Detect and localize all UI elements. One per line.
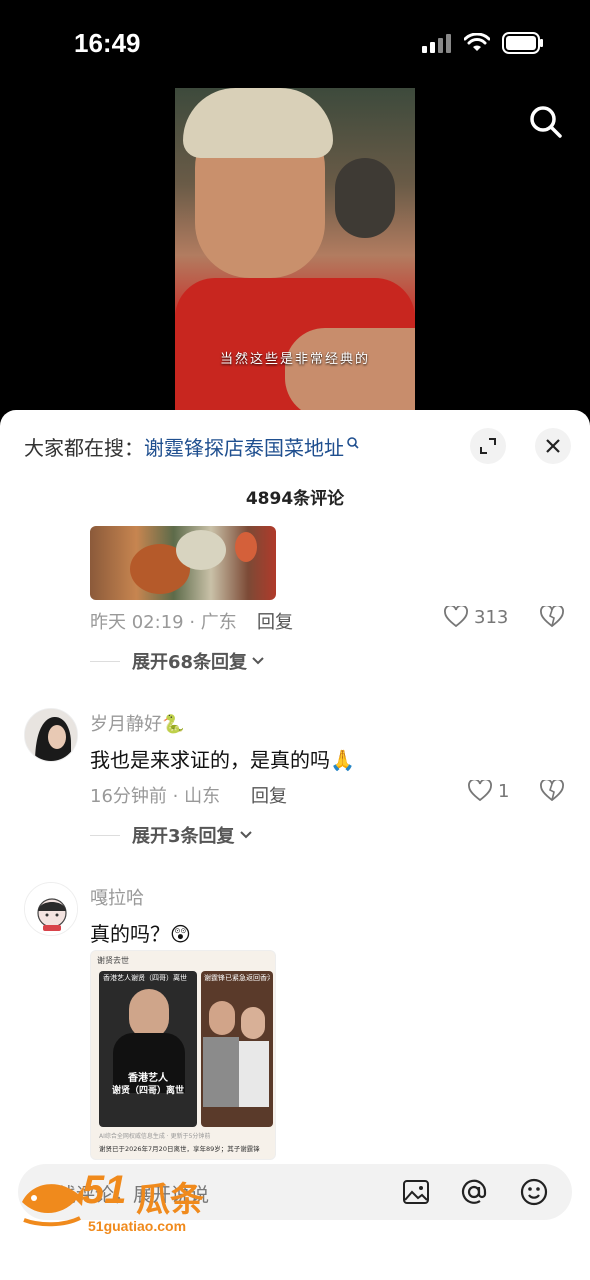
news-card-1: 香港艺人谢贤（四哥）离世 香港艺人 谢贤（四哥）离世: [99, 971, 197, 1127]
dislike-button[interactable]: [540, 778, 564, 806]
hair: [183, 88, 333, 158]
emoji-icon: [520, 1178, 548, 1206]
at-icon: [461, 1179, 487, 1204]
like-button[interactable]: 313: [444, 606, 508, 628]
divider: [90, 660, 120, 662]
dislike-button[interactable]: [540, 604, 564, 632]
like-count: 313: [474, 606, 509, 628]
news-card-2-title: 谢霆锋已紧急返回香港: [204, 974, 270, 982]
signal-icon: [422, 34, 451, 53]
comment-image[interactable]: 谢贤去世 香港艺人谢贤（四哥）离世 香港艺人 谢贤（四哥）离世 谢霆锋已紧急返回…: [90, 950, 276, 1160]
broken-heart-icon: [540, 604, 564, 628]
emoji-button[interactable]: [518, 1176, 550, 1208]
reply-button[interactable]: 回复: [257, 608, 293, 634]
comment-meta: 昨天 02:19 · 广东: [90, 612, 237, 633]
chevron-down-icon: [239, 831, 252, 839]
news-card-1-caption: 香港艺人: [128, 1073, 168, 1084]
close-icon: [546, 439, 560, 453]
status-icons: [422, 32, 544, 54]
image-icon: [403, 1180, 429, 1204]
expand-icon: [480, 438, 496, 454]
news-card-1-title: 香港艺人谢贤（四哥）离世: [103, 974, 187, 982]
mention-button[interactable]: [458, 1176, 490, 1208]
comment-sheet: 大家都在搜： 谢霆锋探店泰国菜地址 4894条评论 昨天 02:19 · 广东 …: [0, 410, 590, 1280]
username[interactable]: 岁月静好🐍: [90, 710, 184, 736]
watermark-url: 51guatiao.com: [88, 1218, 187, 1234]
video-subtitle: 当然这些是非常经典的: [219, 352, 370, 367]
arm: [285, 328, 415, 410]
expand-replies[interactable]: 展开68条回复: [90, 648, 265, 674]
suit: [203, 1037, 239, 1107]
trending-term[interactable]: 谢霆锋探店泰国菜地址: [144, 432, 344, 461]
search-button[interactable]: [528, 104, 564, 144]
portrait: [241, 1007, 265, 1039]
video-player[interactable]: 当然这些是非常经典的: [175, 88, 415, 410]
avatar-image: [25, 883, 77, 935]
wifi-icon: [464, 33, 490, 51]
news-card-1-name: 谢贤（四哥）离世: [111, 1086, 184, 1096]
broken-heart-icon: [540, 778, 564, 802]
news-ai-note: AI综合全网权威信息生成 · 更新于5分钟前: [99, 1133, 211, 1140]
status-bar: 16:49: [0, 0, 590, 88]
fish-icon: [22, 1184, 84, 1227]
trending-prefix: 大家都在搜：: [24, 436, 144, 460]
expand-replies-label: 展开68条回复: [132, 652, 248, 673]
expand-replies[interactable]: 展开3条回复: [90, 822, 253, 848]
status-time: 16:49: [74, 28, 141, 58]
shirt: [239, 1041, 269, 1107]
trending-search[interactable]: 大家都在搜： 谢霆锋探店泰国菜地址: [24, 432, 360, 461]
comment-text: 真的吗？😲: [90, 922, 191, 946]
comment-image[interactable]: [90, 526, 276, 600]
search-small-icon: [347, 436, 359, 449]
heart-icon: [468, 780, 492, 802]
watermark-number: 51: [82, 1168, 127, 1212]
like-count: 1: [498, 780, 510, 802]
expand-replies-label: 展开3条回复: [132, 826, 235, 847]
close-button[interactable]: [535, 428, 571, 464]
avatar[interactable]: [24, 708, 78, 762]
watermark-logo: 51 瓜条 51guatiao.com: [18, 1168, 228, 1240]
comment-meta: 16分钟前 · 山东: [90, 786, 221, 807]
chevron-down-icon: [252, 657, 264, 665]
comment-text: 我也是来求证的，是真的吗🙏: [90, 748, 355, 772]
portrait: [209, 1001, 235, 1035]
avatar-image: [25, 709, 77, 761]
watermark-text: 瓜条: [136, 1180, 204, 1220]
background-person: [335, 158, 395, 238]
like-button[interactable]: 1: [468, 780, 509, 802]
username[interactable]: 嘎拉哈: [90, 884, 144, 910]
battery-icon: [502, 32, 543, 54]
image-button[interactable]: [400, 1176, 432, 1208]
avatar[interactable]: [24, 882, 78, 936]
comment-count: 4894条评论: [245, 489, 345, 509]
reply-button[interactable]: 回复: [251, 782, 287, 808]
news-body: 谢贤已于2026年7月20日离世，享年89岁；其子谢霆锋: [99, 1145, 260, 1153]
news-header: 谢贤去世: [97, 956, 129, 965]
fullscreen-button[interactable]: [470, 428, 506, 464]
heart-icon: [444, 606, 468, 628]
news-card-2: 谢霆锋已紧急返回香港: [201, 971, 273, 1127]
divider: [90, 834, 120, 836]
portrait: [129, 989, 169, 1039]
search-icon: [530, 106, 562, 138]
